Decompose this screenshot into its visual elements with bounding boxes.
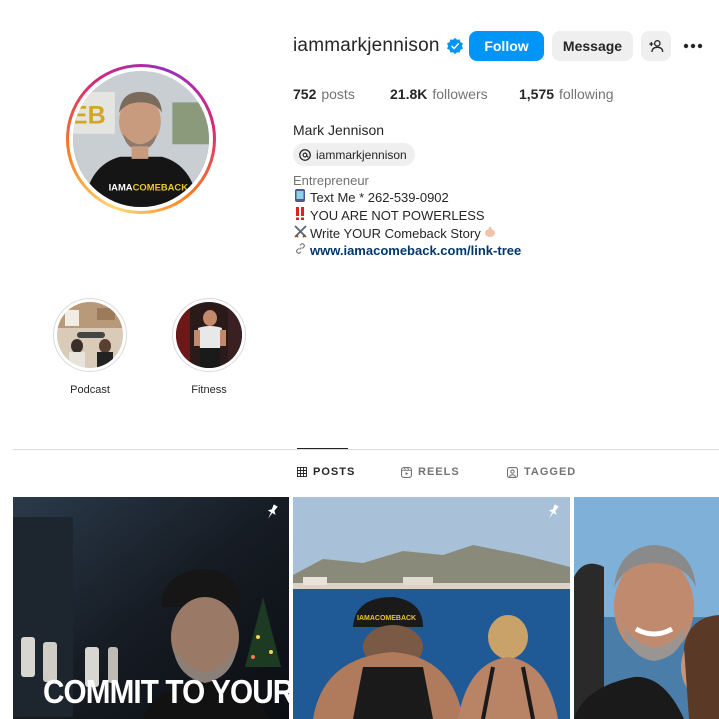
pinned-icon bbox=[267, 504, 278, 519]
pinned-icon bbox=[548, 504, 559, 519]
post-thumbnail[interactable]: COMMIT TO YOUR bbox=[13, 497, 289, 719]
followers-label: followers bbox=[432, 86, 488, 102]
following-stat[interactable]: 1,575 following bbox=[519, 86, 614, 102]
highlight-label: Podcast bbox=[70, 384, 110, 396]
tab-label: TAGGED bbox=[524, 466, 577, 478]
profile-stats: 752 posts 21.8K followers 1,575 followin… bbox=[293, 86, 614, 102]
posts-count: 752 bbox=[293, 86, 317, 102]
highlight-label: Fitness bbox=[191, 384, 227, 396]
svg-text:EB: EB bbox=[73, 101, 106, 129]
bio-category: Entrepreneur bbox=[293, 173, 369, 188]
double-exclamation-emoji-icon bbox=[293, 207, 307, 225]
post-thumbnail[interactable] bbox=[574, 497, 719, 719]
bio-line-text: YOU ARE NOT POWERLESS bbox=[310, 208, 485, 223]
highlight-fitness[interactable]: Fitness bbox=[164, 298, 254, 396]
bio-line-powerless: YOU ARE NOT POWERLESS bbox=[293, 207, 521, 225]
active-tab-indicator bbox=[297, 448, 348, 449]
verified-badge-icon bbox=[446, 37, 464, 55]
profile-username: iammarkjennison bbox=[293, 35, 440, 56]
svg-text:IAMA: IAMA bbox=[109, 181, 133, 192]
more-options-button[interactable] bbox=[680, 31, 706, 61]
username-row: iammarkjennison bbox=[293, 31, 464, 61]
tabs-divider bbox=[13, 449, 719, 450]
bio-line-text: Text Me * 262-539-0902 bbox=[310, 190, 449, 205]
posts-stat: 752 posts bbox=[293, 86, 390, 102]
bio-line-text: Write YOUR Comeback Story bbox=[310, 226, 481, 241]
threads-handle: iammarkjennison bbox=[316, 147, 407, 162]
suggested-accounts-button[interactable] bbox=[641, 31, 671, 61]
post-overlay-text: COMMIT TO YOUR bbox=[43, 673, 289, 710]
profile-full-name: Mark Jennison bbox=[293, 122, 385, 138]
post-image: IAMACOMEBACK bbox=[293, 497, 570, 719]
followers-count: 21.8K bbox=[390, 86, 428, 102]
following-label: following bbox=[559, 86, 614, 102]
add-person-icon bbox=[649, 40, 664, 53]
bio-website-link[interactable]: www.iamacomeback.com/link-tree bbox=[310, 243, 521, 259]
highlight-podcast[interactable]: Podcast bbox=[45, 298, 135, 396]
highlight-cover-image bbox=[176, 302, 242, 368]
followers-stat[interactable]: 21.8K followers bbox=[390, 86, 519, 102]
profile-avatar: EB IAMA COMEBACK bbox=[73, 71, 209, 207]
threads-badge[interactable]: iammarkjennison bbox=[293, 143, 415, 166]
post-image bbox=[574, 497, 719, 719]
follow-button[interactable]: Follow bbox=[469, 31, 544, 61]
profile-bio: Entrepreneur Text Me * 262-539-0902 YOU … bbox=[293, 173, 521, 259]
highlight-ring bbox=[53, 298, 127, 372]
svg-text:IAMACOMEBACK: IAMACOMEBACK bbox=[357, 615, 416, 622]
tab-label: REELS bbox=[418, 466, 460, 478]
avatar-photo: EB IAMA COMEBACK bbox=[73, 71, 209, 207]
profile-avatar-story-ring[interactable]: EB IAMA COMEBACK bbox=[66, 64, 216, 214]
reels-icon bbox=[401, 466, 412, 478]
posts-label: posts bbox=[321, 86, 355, 102]
highlight-cover-image bbox=[57, 302, 123, 368]
swords-emoji-icon bbox=[293, 225, 307, 243]
message-button[interactable]: Message bbox=[552, 31, 633, 61]
bio-line-phone: Text Me * 262-539-0902 bbox=[293, 189, 521, 207]
profile-tabs: POSTS REELS TAGGED bbox=[0, 466, 719, 482]
phone-emoji-icon bbox=[293, 189, 307, 207]
threads-icon bbox=[299, 148, 311, 161]
bio-line-comeback: Write YOUR Comeback Story bbox=[293, 225, 521, 243]
pointing-hand-emoji-icon bbox=[483, 226, 497, 243]
bio-link-row[interactable]: www.iamacomeback.com/link-tree bbox=[293, 243, 521, 259]
post-thumbnail[interactable]: IAMACOMEBACK bbox=[293, 497, 570, 719]
grid-icon bbox=[297, 467, 307, 477]
tab-label: POSTS bbox=[313, 466, 356, 478]
highlight-ring bbox=[172, 298, 246, 372]
tab-reels[interactable]: REELS bbox=[401, 466, 460, 478]
avatar-frame: EB IAMA COMEBACK bbox=[69, 67, 213, 211]
following-count: 1,575 bbox=[519, 86, 555, 102]
tab-tagged[interactable]: TAGGED bbox=[507, 466, 576, 478]
tab-posts[interactable]: POSTS bbox=[297, 466, 355, 478]
tagged-icon bbox=[507, 466, 518, 478]
svg-text:COMEBACK: COMEBACK bbox=[133, 181, 189, 192]
more-dots-icon bbox=[683, 43, 703, 49]
link-icon bbox=[293, 243, 307, 259]
